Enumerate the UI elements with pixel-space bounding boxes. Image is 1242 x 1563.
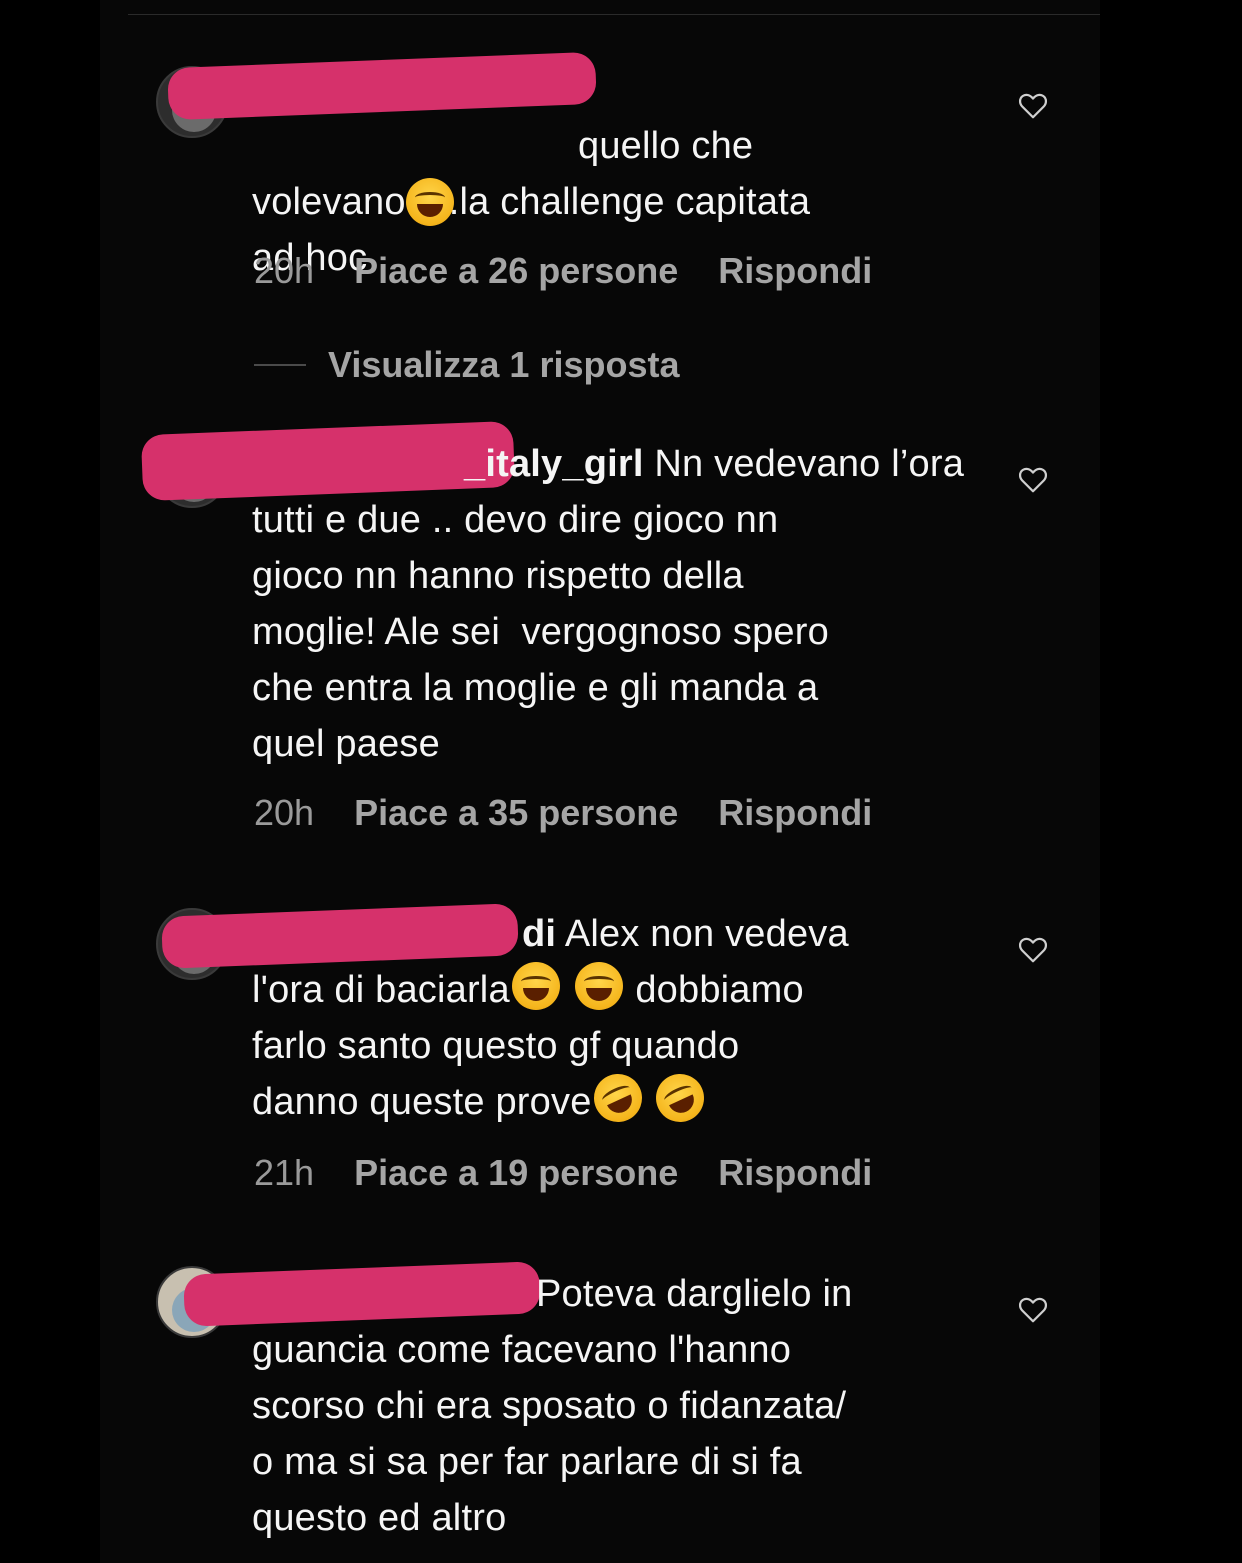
- likes-count[interactable]: Piace a 35 persone: [354, 792, 678, 834]
- tears-of-joy-emoji: [406, 178, 454, 226]
- comment-text: _italy_girl Nn vedevano l’ora tutti e du…: [252, 443, 965, 765]
- comment-text: Poteva darglielo in guancia come facevan…: [252, 1273, 853, 1539]
- heart-outline-icon[interactable]: [1018, 92, 1048, 120]
- comment-meta: 21h Piace a 19 persone Rispondi: [254, 1152, 872, 1194]
- tears-of-joy-emoji: [574, 962, 623, 1010]
- reply-button[interactable]: Rispondi: [718, 792, 872, 834]
- top-divider: [128, 14, 1100, 15]
- rofl-emoji: [585, 1066, 650, 1130]
- likes-count[interactable]: Piace a 19 persone: [354, 1152, 678, 1194]
- heart-outline-icon[interactable]: [1018, 466, 1048, 494]
- rofl-emoji: [648, 1066, 713, 1130]
- comment-time: 21h: [254, 1152, 315, 1193]
- comment-time: 20h: [254, 250, 315, 291]
- heart-outline-icon[interactable]: [1018, 1296, 1048, 1324]
- tears-of-joy-emoji: [511, 962, 560, 1010]
- comment-meta: 20h Piace a 35 persone Rispondi: [254, 792, 872, 834]
- view-replies-button[interactable]: Visualizza 1 risposta: [254, 344, 680, 386]
- heart-outline-icon[interactable]: [1018, 936, 1048, 964]
- reply-button[interactable]: Rispondi: [718, 1152, 872, 1194]
- username[interactable]: _italy_girl: [252, 443, 644, 485]
- divider-line: [254, 364, 306, 366]
- comment-time: 20h: [254, 792, 315, 833]
- reply-button[interactable]: Rispondi: [718, 250, 872, 292]
- username[interactable]: di: [252, 913, 556, 955]
- comment-meta: 20h Piace a 26 persone Rispondi: [254, 250, 872, 292]
- likes-count[interactable]: Piace a 26 persone: [354, 250, 678, 292]
- view-replies-label[interactable]: Visualizza 1 risposta: [328, 344, 680, 386]
- comment-text: di Alex non vedeva l'ora di baciarla dob…: [252, 906, 982, 1130]
